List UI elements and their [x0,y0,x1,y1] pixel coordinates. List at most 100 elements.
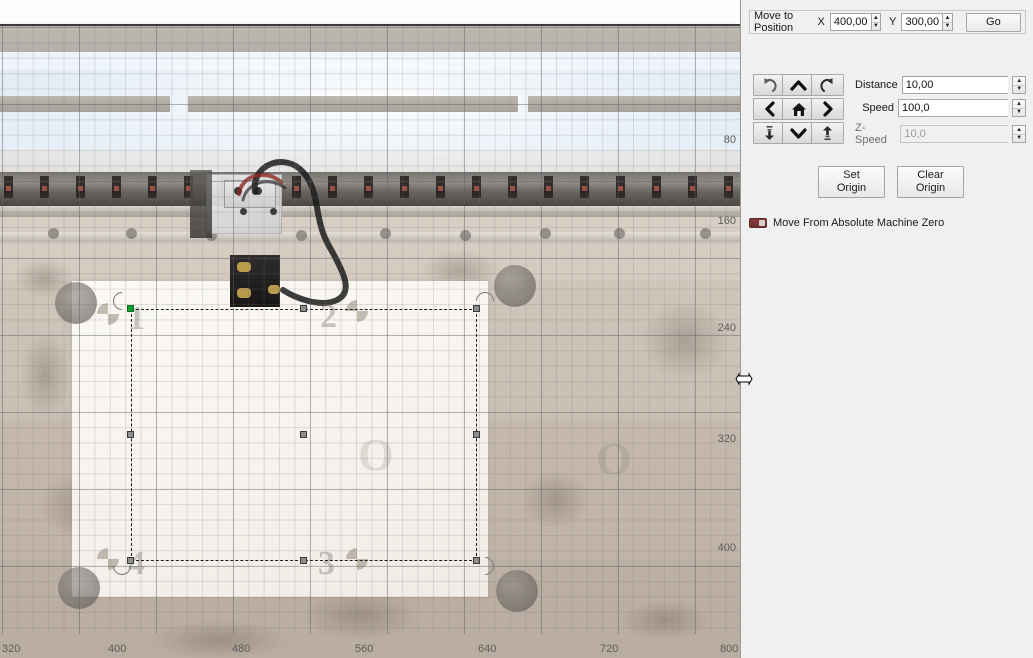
z-down-icon [765,126,774,140]
jog-field-input: 10,0 [900,125,1009,143]
jog-field-spinner[interactable]: ▲ ▼ [1012,99,1026,117]
absolute-zero-row[interactable]: Move From Absolute Machine Zero [749,217,944,229]
bed-hole [540,228,551,239]
bed-hole [126,228,137,239]
rail-tick [544,176,553,198]
spin-up-icon[interactable]: ▲ [1013,126,1025,135]
spin-down-icon[interactable]: ▼ [1013,109,1025,117]
horizontal-resize-cursor-icon [735,372,753,386]
y-label: Y [889,16,897,28]
calibration-circle: O [596,433,632,484]
rail-tick [76,176,85,198]
rotate-ccw-icon [764,77,777,92]
bed-weight [55,282,97,324]
rail-tick [40,176,49,198]
spin-up-icon[interactable]: ▲ [943,14,952,23]
rail-tick [652,176,661,198]
spin-up-icon[interactable]: ▲ [871,14,881,23]
clear-origin-line2: Origin [915,182,946,194]
jog-controls: Distance 10,00 ▲ ▼ Speed 100,0 ▲ ▼ Z-Speed 10,0 ▲ ▼ [749,72,1026,154]
rail-tick [472,176,481,198]
bed-hole [48,228,59,239]
jog-field-label: Speed [862,102,894,114]
rail-tick [724,176,733,198]
move-to-position-label: Move to Position [754,10,794,34]
bed-slat [0,96,170,112]
jog-field-row: Speed 100,0 ▲ ▼ [855,99,1026,117]
spin-down-icon[interactable]: ▼ [1013,135,1025,143]
move-to-position-group: Move to Position X 400,00 ▲ ▼ Y 300,00 ▲ ▼… [749,10,1026,34]
bed-hole [700,228,711,239]
rail-tick [400,176,409,198]
bed-hole [614,228,625,239]
home-icon [791,102,806,116]
move-x-input[interactable]: 400,00 [829,13,871,31]
move-x-spinner[interactable]: ▲ ▼ [870,13,882,31]
bed-slat [528,96,740,112]
set-origin-button[interactable]: Set Origin [818,166,885,198]
bed-hole [460,230,471,241]
spin-up-icon[interactable]: ▲ [1013,100,1025,109]
rail-tick [688,176,697,198]
bed-weight [58,567,100,609]
spin-up-icon[interactable]: ▲ [1013,77,1025,86]
rail-tick [4,176,13,198]
z-up-icon [823,126,832,140]
rail-tick [616,176,625,198]
jog-rotate-cw-button[interactable] [811,74,844,96]
jog-field-input[interactable]: 10,00 [901,76,1009,94]
camera-highlight [0,52,740,172]
go-button[interactable]: Go [965,12,1021,32]
gantry-rail-lower [0,208,740,217]
bed-weight [496,570,538,612]
bed-front-edge [0,232,740,242]
rail-tick [112,176,121,198]
set-origin-line1: Set [843,169,860,181]
bed-weight [494,265,536,307]
jog-right-button[interactable] [811,98,844,120]
selection-handle-bottom-center[interactable] [300,557,307,564]
absolute-zero-toggle[interactable] [749,218,767,228]
rail-tick [580,176,589,198]
lightburn-window: 2 3 4 1 O O 80 160 240 320 400 320 400 4… [0,0,1033,658]
absolute-zero-label: Move From Absolute Machine Zero [773,217,945,229]
move-y-spinner[interactable]: ▲ ▼ [942,13,953,31]
laser-cable-icon [237,159,349,306]
selection-handle-mid-left[interactable] [127,431,134,438]
jog-field-spinner[interactable]: ▲ ▼ [1012,76,1026,94]
selection-handle-top-center[interactable] [300,305,307,312]
clear-origin-line1: Clear [917,169,944,181]
spin-down-icon[interactable]: ▼ [1013,86,1025,94]
bed-stain [300,590,420,640]
selection-bounds[interactable] [109,288,498,579]
origin-buttons-group: Set Origin Clear Origin [749,166,1026,198]
rail-tick [148,176,157,198]
jog-field-row: Distance 10,00 ▲ ▼ [855,76,1026,94]
jog-field-spinner[interactable]: ▲ ▼ [1012,125,1026,143]
rail-tick [436,176,445,198]
bed-slat [188,96,518,112]
jog-field-row: Z-Speed 10,0 ▲ ▼ [855,122,1026,146]
machine-top-bar [0,26,740,52]
selection-handle-center[interactable] [300,431,307,438]
spin-down-icon[interactable]: ▼ [872,23,881,31]
arrow-down-icon [790,127,807,139]
move-y-input[interactable]: 300,00 [901,13,943,31]
gantry-bracket [190,170,212,238]
rail-tick [508,176,517,198]
jog-field-input[interactable]: 100,0 [898,99,1008,117]
arrow-right-icon [822,101,833,117]
spin-down-icon[interactable]: ▼ [943,23,952,31]
bed-stain [640,300,730,380]
set-origin-line2: Origin [836,182,867,194]
selection-handle-mid-right[interactable] [473,431,480,438]
jog-z-up-button[interactable] [811,122,844,144]
bed-stain [150,620,290,658]
arrow-up-icon [790,79,807,91]
right-control-panel: Move to Position X 400,00 ▲ ▼ Y 300,00 ▲ ▼… [740,0,1033,658]
bed-stain [620,600,710,640]
x-label: X [817,16,825,28]
jog-field-label: Z-Speed [855,122,887,146]
clear-origin-button[interactable]: Clear Origin [897,166,964,198]
design-canvas[interactable]: 2 3 4 1 O O 80 160 240 320 400 320 400 4… [0,0,740,658]
